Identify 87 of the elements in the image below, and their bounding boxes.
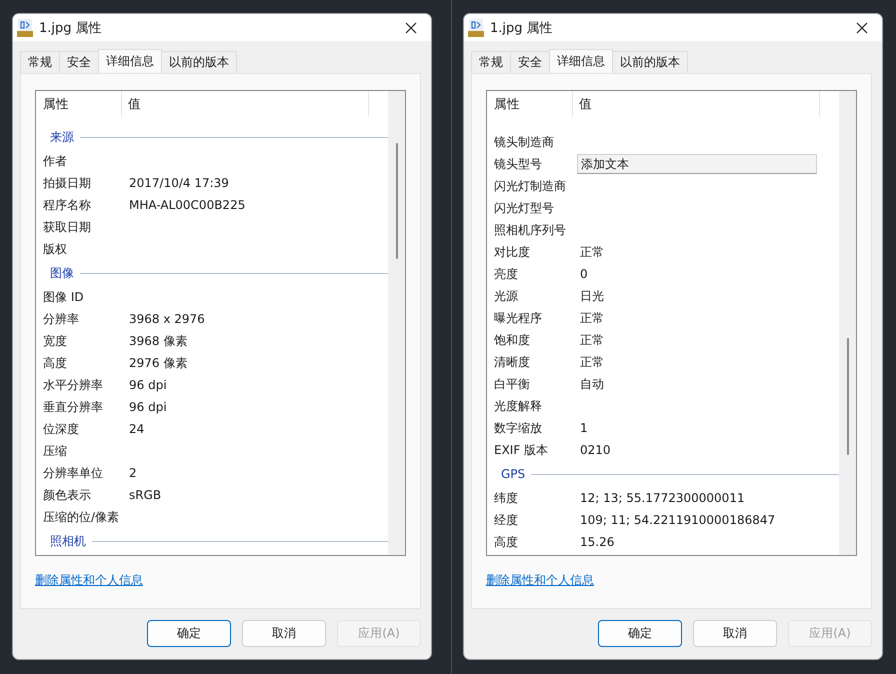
dialog-button[interactable]: 确定	[598, 620, 682, 647]
property-value: 2	[129, 466, 137, 480]
property-name: 纬度	[494, 490, 519, 506]
property-value: 12; 13; 55.1772300000011	[580, 491, 745, 505]
property-value: 0	[580, 267, 588, 281]
image-file-icon	[17, 18, 33, 36]
property-name: 白平衡	[494, 376, 531, 392]
property-name: 曝光程序	[494, 310, 543, 326]
property-name: 数字缩放	[494, 420, 543, 436]
property-name: 位深度	[43, 420, 80, 438]
tab[interactable]: 详细信息	[98, 49, 162, 73]
column-header[interactable]: 值	[573, 91, 820, 117]
close-icon	[405, 22, 417, 34]
property-name: 颜色表示	[43, 486, 92, 504]
property-value: 2976 像素	[129, 354, 188, 372]
property-value: 日光	[580, 288, 604, 304]
tab[interactable]: 详细信息	[549, 49, 613, 73]
close-icon	[856, 22, 868, 34]
dialog-button[interactable]: 取消	[693, 620, 777, 647]
property-name: 对比度	[494, 244, 531, 260]
property-name: EXIF 版本	[494, 442, 550, 458]
property-name: 分辨率	[43, 310, 80, 328]
property-name: 清晰度	[494, 354, 531, 370]
property-name: 闪光灯制造商	[494, 178, 567, 194]
property-value: 3968 x 2976	[129, 312, 205, 326]
property-name: 压缩的位/像素	[43, 508, 120, 526]
column-header[interactable]: 属性	[36, 91, 122, 117]
property-name: 拍摄日期	[43, 174, 92, 192]
property-value: 正常	[580, 354, 604, 370]
property-name: 亮度	[494, 266, 519, 282]
group-heading: 照相机	[50, 532, 86, 550]
property-value: 24	[129, 422, 144, 436]
property-name: 程序名称	[43, 196, 92, 214]
property-name: 作者	[43, 152, 68, 170]
dialog-button[interactable]: 取消	[242, 620, 326, 647]
property-value: 3968 像素	[129, 332, 188, 350]
image-file-icon	[468, 18, 484, 36]
scrollbar-thumb[interactable]	[847, 338, 849, 455]
dialog-button[interactable]: 确定	[147, 620, 231, 647]
remove-properties-link[interactable]: 删除属性和个人信息	[35, 572, 143, 589]
property-value: 0210	[580, 443, 611, 457]
property-name: 图像 ID	[43, 288, 85, 306]
property-name: 高度	[494, 534, 519, 550]
property-name: 光源	[494, 288, 519, 304]
property-name: 镜头型号	[494, 156, 543, 172]
window-title: 1.jpg 属性	[39, 20, 103, 36]
property-value: 2017/10/4 17:39	[129, 176, 229, 190]
tab[interactable]: 常规	[20, 51, 60, 73]
tab[interactable]: 以前的版本	[161, 51, 237, 73]
group-heading: 来源	[50, 128, 74, 146]
input-field[interactable]: 添加文本	[577, 154, 817, 174]
tab[interactable]: 以前的版本	[612, 51, 688, 73]
property-value: 96 dpi	[129, 378, 167, 392]
scrollbar[interactable]	[839, 91, 856, 555]
property-name: 垂直分辨率	[43, 398, 104, 416]
property-value: 正常	[580, 244, 604, 260]
property-value: 109; 11; 54.2211910000186847	[580, 513, 776, 527]
scrollbar[interactable]	[388, 91, 405, 555]
group-heading: GPS	[501, 467, 526, 481]
remove-properties-link[interactable]: 删除属性和个人信息	[486, 572, 594, 589]
property-name: 宽度	[43, 332, 68, 350]
property-value: 正常	[580, 310, 604, 326]
property-name: 光度解释	[494, 398, 543, 414]
property-name: 闪光灯型号	[494, 200, 555, 216]
property-name: 经度	[494, 512, 519, 528]
property-value: 正常	[580, 332, 604, 348]
property-name: 水平分辨率	[43, 376, 104, 394]
group-heading: 图像	[50, 264, 74, 282]
property-name: 版权	[43, 240, 68, 258]
tab[interactable]: 常规	[471, 51, 511, 73]
property-value: 自动	[580, 376, 604, 392]
property-value: 1	[580, 421, 588, 435]
property-name: 分辨率单位	[43, 464, 104, 482]
window-title: 1.jpg 属性	[490, 20, 554, 36]
property-name: 压缩	[43, 442, 68, 460]
property-name: 获取日期	[43, 218, 92, 236]
property-value: 96 dpi	[129, 400, 167, 414]
property-name: 高度	[43, 354, 68, 372]
column-header[interactable]: 属性	[487, 91, 573, 117]
column-header[interactable]: 值	[122, 91, 369, 117]
property-value: sRGB	[129, 488, 162, 502]
property-value: 15.26	[580, 535, 614, 549]
scrollbar-thumb[interactable]	[396, 143, 398, 259]
property-name: 照相机序列号	[494, 222, 567, 238]
property-name: 镜头制造商	[494, 134, 555, 150]
property-name: 饱和度	[494, 332, 531, 348]
property-value: MHA-AL00C00B225	[129, 198, 246, 212]
